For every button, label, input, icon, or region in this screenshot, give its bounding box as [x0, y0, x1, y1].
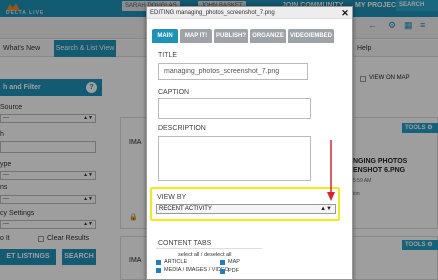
- view-by-value: RECENT ACTIVITY: [159, 206, 212, 212]
- tab-map-it[interactable]: MAP IT!: [180, 29, 212, 43]
- edit-media-modal: EDITING managing_photos_screenshot_7.png…: [146, 6, 353, 280]
- caption-label: CAPTION: [158, 89, 190, 96]
- title-input[interactable]: [158, 63, 308, 80]
- tab-organize[interactable]: ORGANIZE: [250, 29, 286, 43]
- select-arrow-icon: ▲▼: [320, 206, 332, 212]
- select-all-link[interactable]: select all / deselect all: [178, 252, 232, 258]
- map-label: MAP: [228, 259, 240, 265]
- tab-video-embed[interactable]: VIDEO/EMBED: [288, 29, 334, 43]
- modal-title: EDITING managing_photos_screenshot_7.png: [147, 7, 352, 19]
- description-label: DESCRIPTION: [158, 125, 206, 132]
- tab-main[interactable]: MAIN: [152, 29, 178, 43]
- media-checkbox[interactable]: [156, 268, 161, 273]
- caption-textarea[interactable]: [158, 98, 311, 119]
- annotation-arrow-icon: [327, 140, 335, 201]
- view-by-select[interactable]: RECENT ACTIVITY ▲▼: [156, 204, 336, 214]
- description-textarea[interactable]: [158, 136, 311, 181]
- content-tabs-options: select all / deselect all ARTICLE MAP ME…: [156, 248, 262, 280]
- article-label: ARTICLE: [164, 259, 188, 265]
- content-tabs-label: CONTENT TABS: [158, 240, 212, 247]
- map-checkbox[interactable]: [220, 260, 225, 265]
- close-icon[interactable]: ✕: [340, 8, 350, 18]
- title-label: TITLE: [158, 52, 178, 59]
- tab-publish[interactable]: PUBLISH?: [214, 29, 248, 43]
- pdf-checkbox[interactable]: [220, 269, 225, 274]
- article-checkbox[interactable]: [156, 260, 161, 265]
- view-by-label: VIEW BY: [157, 194, 187, 201]
- pdf-label: PDF: [228, 268, 239, 274]
